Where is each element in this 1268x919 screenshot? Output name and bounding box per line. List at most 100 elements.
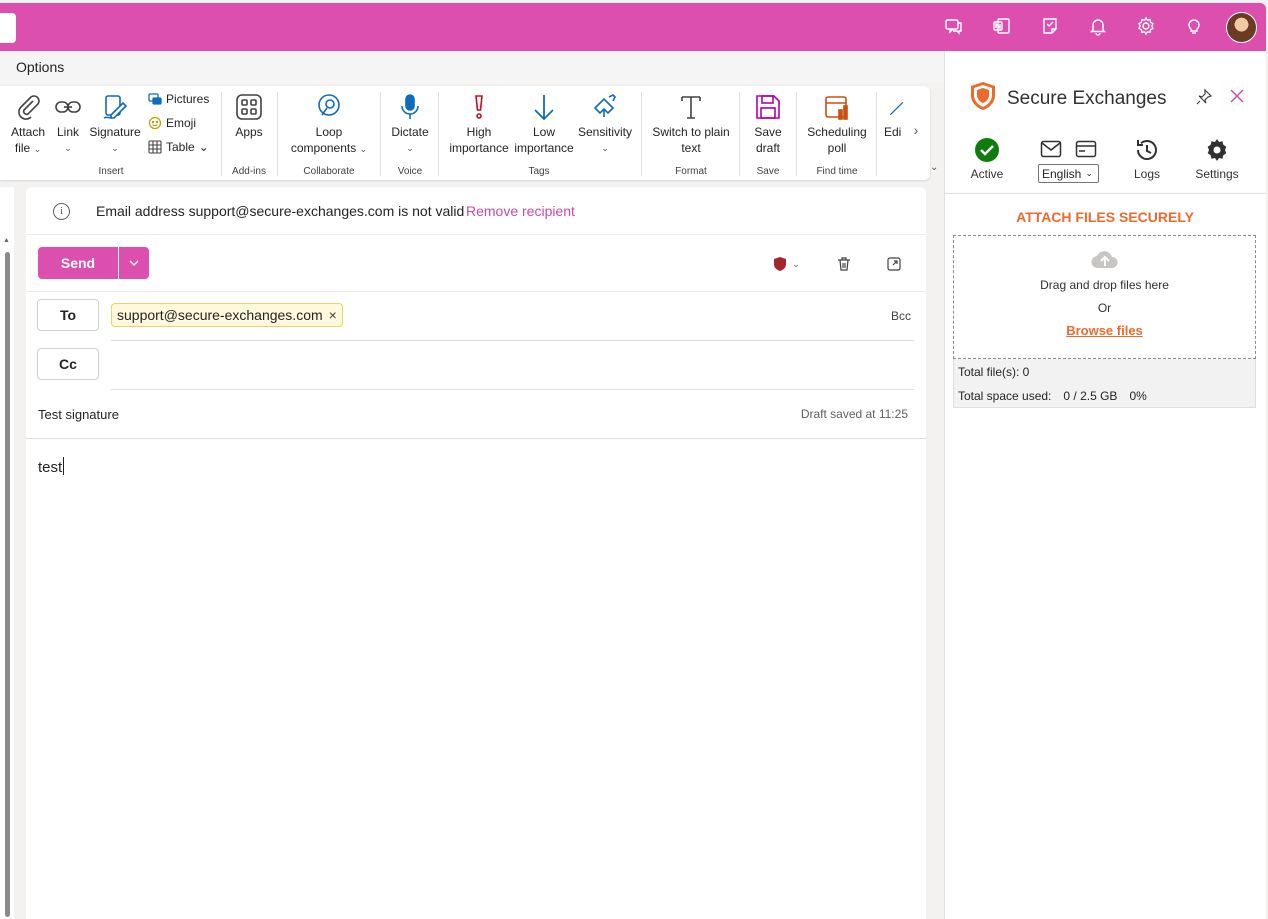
pin-icon[interactable] bbox=[1195, 88, 1213, 106]
avatar[interactable] bbox=[1226, 12, 1257, 43]
tasks-icon[interactable] bbox=[1039, 15, 1061, 37]
remove-recipient-link[interactable]: Remove recipient bbox=[466, 203, 575, 219]
save-icon bbox=[756, 95, 780, 119]
chevron-down-icon: ⌄ bbox=[64, 143, 72, 153]
draft-saved-status: Draft saved at 11:25 bbox=[800, 407, 908, 421]
divider bbox=[26, 438, 926, 439]
bell-icon[interactable] bbox=[1087, 15, 1109, 37]
remove-chip-close-icon[interactable]: × bbox=[329, 307, 337, 323]
group-divider bbox=[221, 92, 222, 176]
link-icon bbox=[55, 101, 81, 113]
recipient-chip[interactable]: support@secure-exchanges.com × bbox=[111, 303, 343, 327]
pictures-icon bbox=[148, 93, 162, 105]
group-label-voice: Voice bbox=[397, 166, 423, 177]
chevron-down-icon: ⌄ bbox=[1085, 168, 1093, 178]
divider bbox=[26, 291, 926, 292]
divider bbox=[111, 340, 914, 341]
lightbulb-icon[interactable] bbox=[1183, 15, 1205, 37]
ribbon-scroll-right[interactable]: › bbox=[906, 116, 926, 144]
to-button[interactable]: To bbox=[37, 299, 99, 331]
editor-button[interactable]: Edi bbox=[884, 92, 906, 140]
total-files: Total file(s): 0 bbox=[958, 365, 1030, 379]
secure-exchanges-logo-icon bbox=[971, 82, 995, 110]
onenote-icon[interactable] bbox=[991, 15, 1013, 37]
dictate-button[interactable]: Dictate ⌄ bbox=[388, 92, 432, 156]
pop-out-button[interactable] bbox=[884, 254, 904, 274]
gear-icon[interactable] bbox=[1135, 15, 1157, 37]
scroll-up-arrow-icon[interactable]: ▲ bbox=[3, 237, 10, 244]
chevron-down-icon: ⌄ bbox=[406, 143, 414, 153]
high-importance-button[interactable]: High importance bbox=[446, 92, 512, 156]
switch-to-plain-text-button[interactable]: Switch to plain text bbox=[648, 92, 734, 156]
signature-icon bbox=[103, 95, 128, 119]
exclamation-icon bbox=[475, 95, 483, 119]
group-divider bbox=[876, 92, 877, 176]
browse-files-link[interactable]: Browse files bbox=[954, 323, 1255, 338]
discard-button[interactable] bbox=[834, 254, 854, 274]
mail-icon[interactable] bbox=[1040, 140, 1062, 158]
compose-pane: i Email address support@secure-exchanges… bbox=[26, 187, 926, 919]
close-icon[interactable] bbox=[1228, 87, 1246, 105]
message-body[interactable]: test bbox=[38, 457, 65, 476]
emoji-button[interactable]: Emoji bbox=[148, 116, 196, 130]
warning-text: Email address support@secure-exchanges.c… bbox=[96, 203, 465, 219]
pictures-button[interactable]: Pictures bbox=[148, 92, 209, 106]
settings-button[interactable]: Settings bbox=[1194, 137, 1240, 181]
logs-button[interactable]: Logs bbox=[1132, 137, 1162, 181]
chevron-down-icon: ⌄ bbox=[33, 144, 42, 154]
signature-button[interactable]: Signature ⌄ bbox=[88, 92, 142, 156]
low-importance-button[interactable]: Low importance bbox=[512, 92, 576, 156]
microphone-icon bbox=[401, 94, 419, 119]
shield-icon bbox=[774, 257, 787, 271]
chevron-down-icon: ⌄ bbox=[359, 144, 368, 154]
text-icon bbox=[681, 96, 701, 119]
group-divider bbox=[796, 92, 797, 176]
loop-components-button[interactable]: Loop components ⌄ bbox=[286, 92, 372, 157]
scheduling-poll-button[interactable]: Scheduling poll bbox=[804, 92, 870, 156]
scrollbar-thumb[interactable] bbox=[5, 252, 10, 917]
chevron-down-icon: ⌄ bbox=[198, 140, 209, 154]
ribbon-expand-chevron-icon[interactable]: ⌄ bbox=[930, 162, 938, 173]
apps-button[interactable]: Apps bbox=[230, 92, 268, 140]
pop-out-icon bbox=[887, 257, 901, 271]
active-status[interactable]: Active bbox=[967, 137, 1007, 181]
sensitivity-button[interactable]: Sensitivity ⌄ bbox=[576, 92, 634, 156]
group-label-insert: Insert bbox=[98, 166, 124, 177]
tab-options[interactable]: Options bbox=[16, 59, 64, 75]
send-button[interactable]: Send bbox=[38, 247, 118, 279]
send-options-button[interactable] bbox=[119, 247, 149, 279]
group-label-format: Format bbox=[675, 166, 707, 177]
save-draft-button[interactable]: Save draft bbox=[748, 92, 788, 156]
pane-title: Secure Exchanges bbox=[1007, 88, 1167, 109]
emoji-icon bbox=[148, 116, 162, 130]
chevron-down-icon bbox=[129, 260, 139, 266]
search-box[interactable] bbox=[0, 13, 16, 43]
group-divider bbox=[277, 92, 278, 176]
paperclip-icon bbox=[18, 95, 40, 120]
ribbon: Attach file ⌄ Link ⌄ Signature ⌄ Picture… bbox=[0, 86, 930, 180]
cc-button[interactable]: Cc bbox=[37, 348, 99, 380]
secure-shield-dropdown[interactable]: ⌄ bbox=[770, 254, 802, 274]
file-drop-zone[interactable]: Drag and drop files here Or Browse files bbox=[953, 235, 1256, 359]
chat-icon[interactable] bbox=[943, 15, 965, 37]
link-button[interactable]: Link ⌄ bbox=[52, 92, 84, 156]
ribbon-tab-row: Options bbox=[0, 51, 944, 83]
gear-icon bbox=[1207, 139, 1227, 161]
language-select[interactable]: English ⌄ bbox=[1038, 164, 1099, 183]
attach-file-button[interactable]: Attach file ⌄ bbox=[8, 92, 48, 157]
group-label-find-time: Find time bbox=[816, 166, 858, 177]
group-divider bbox=[380, 92, 381, 176]
bcc-button[interactable]: Bcc bbox=[891, 309, 911, 323]
card-icon[interactable] bbox=[1075, 140, 1097, 158]
check-circle-icon bbox=[975, 138, 999, 162]
signature-text[interactable]: Test signature bbox=[38, 407, 119, 422]
table-icon bbox=[148, 140, 162, 154]
or-text: Or bbox=[1097, 301, 1112, 315]
divider bbox=[945, 193, 1267, 194]
arrow-down-icon bbox=[534, 95, 554, 121]
group-divider bbox=[641, 92, 642, 176]
secure-exchanges-pane: Secure Exchanges Active English ⌄ Logs S… bbox=[944, 51, 1267, 919]
chevron-down-icon: ⌄ bbox=[111, 143, 119, 153]
table-button[interactable]: Table ⌄ bbox=[148, 140, 209, 154]
editor-pen-icon bbox=[889, 101, 904, 116]
